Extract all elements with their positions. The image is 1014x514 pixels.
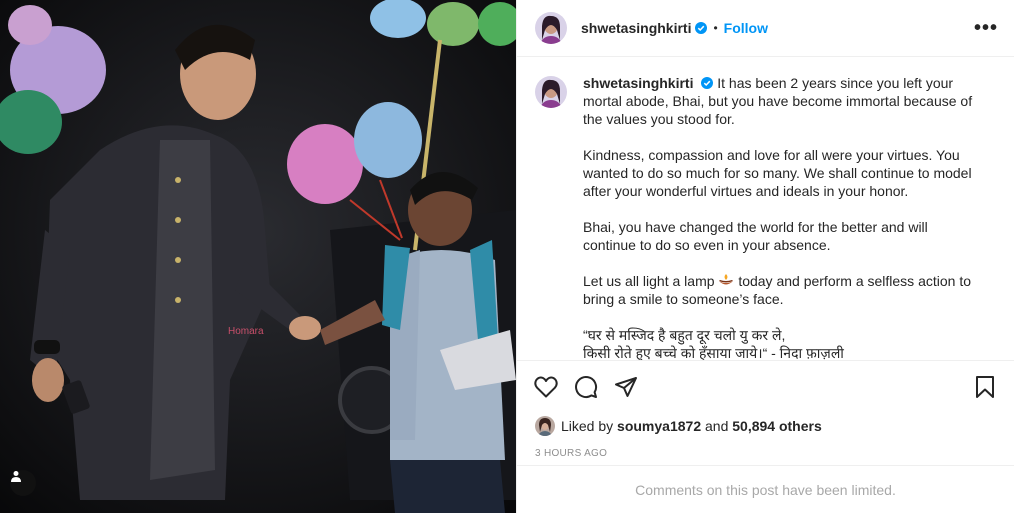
verified-badge-icon <box>695 22 708 34</box>
comment-button[interactable] <box>573 374 599 400</box>
caption-paragraph-4a: Let us all light a lamp <box>583 273 715 289</box>
caption-quote-line-1: “घर से मस्जिद है बहुत दूर चलो यु कर ले, <box>583 327 786 343</box>
caption-username[interactable]: shwetasinghkirti <box>583 75 693 91</box>
action-bar <box>517 361 1014 413</box>
verified-badge-icon <box>701 77 714 89</box>
likes-and: and <box>705 418 729 434</box>
like-button[interactable] <box>533 374 559 400</box>
share-button[interactable] <box>613 374 639 400</box>
avatar[interactable] <box>535 12 567 44</box>
photo-watermark: Homara <box>228 326 264 337</box>
post-timestamp[interactable]: 3 HOURS AGO <box>535 448 607 459</box>
post-details-panel: shwetasinghkirti • Follow ••• shwetasing… <box>516 0 1014 513</box>
likes-others-count[interactable]: 50,894 others <box>732 418 822 434</box>
comments-limited-notice: Comments on this post have been limited. <box>517 465 1014 514</box>
caption-quote-line-2: किसी रोते हुए बच्चे को हँसाया जाये।“ - न… <box>583 345 844 361</box>
more-options-button[interactable]: ••• <box>974 17 998 40</box>
comment-icon <box>575 376 598 398</box>
save-button[interactable] <box>972 374 998 400</box>
share-icon <box>615 377 637 397</box>
header-separator: • <box>713 21 718 35</box>
bookmark-icon <box>976 376 994 398</box>
tag-user-icon <box>11 471 21 482</box>
post-header: shwetasinghkirti • Follow ••• <box>517 0 1014 57</box>
likes-prefix: Liked by <box>561 418 614 434</box>
photo-illustration: Homara <box>0 0 516 513</box>
caption-avatar[interactable] <box>535 76 567 108</box>
caption: shwetasinghkirti It has been 2 years sin… <box>517 58 1014 361</box>
instagram-post-modal: Homara shwetasinghkirti • Follow ••• shw… <box>0 0 1014 513</box>
follow-button[interactable]: Follow <box>724 20 768 36</box>
caption-text: shwetasinghkirti It has been 2 years sin… <box>583 74 983 361</box>
liker-username[interactable]: soumya1872 <box>617 418 701 434</box>
tag-user-button[interactable] <box>10 470 36 496</box>
likes-summary: Liked by soumya1872 and 50,894 others <box>535 416 822 436</box>
post-photo[interactable]: Homara <box>0 0 516 513</box>
header-username[interactable]: shwetasinghkirti <box>581 20 691 36</box>
heart-icon <box>534 376 558 398</box>
caption-paragraph-3: Bhai, you have changed the world for the… <box>583 219 928 253</box>
caption-scroll-area[interactable]: shwetasinghkirti It has been 2 years sin… <box>517 58 1014 361</box>
liker-avatar[interactable] <box>535 416 555 436</box>
caption-paragraph-2: Kindness, compassion and love for all we… <box>583 147 972 199</box>
lamp-icon <box>719 274 734 285</box>
